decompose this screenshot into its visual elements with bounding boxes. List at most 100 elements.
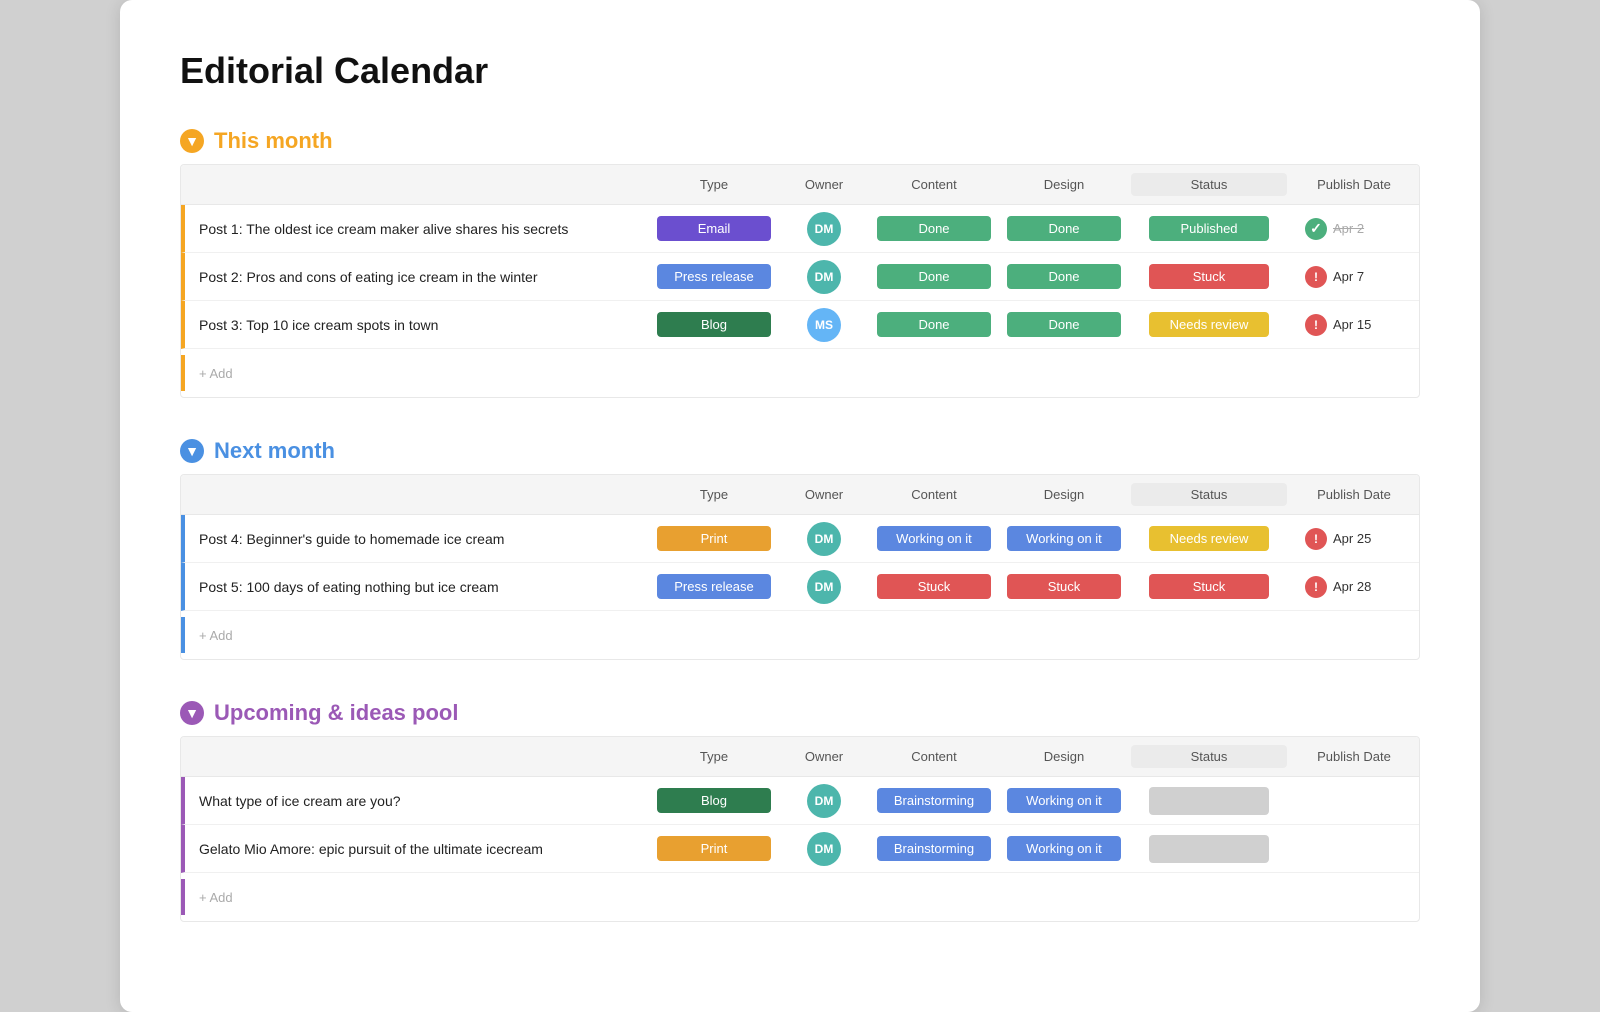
row-owner: DM xyxy=(779,206,869,252)
avatar: DM xyxy=(807,784,841,818)
col-header-design: Design xyxy=(999,745,1129,768)
row-design[interactable]: Working on it xyxy=(999,830,1129,867)
status-badge[interactable]: Stuck xyxy=(1149,264,1269,289)
row-type[interactable]: Print xyxy=(649,520,779,557)
add-button[interactable]: + Add xyxy=(181,879,1419,915)
row-content[interactable]: Working on it xyxy=(869,520,999,557)
row-name[interactable]: Post 4: Beginner's guide to homemade ice… xyxy=(185,525,649,553)
content-badge[interactable]: Stuck xyxy=(877,574,991,599)
type-badge[interactable]: Blog xyxy=(657,312,771,337)
section-icon[interactable]: ▼ xyxy=(180,439,204,463)
row-status[interactable]: Published xyxy=(1129,210,1289,247)
row-type[interactable]: Blog xyxy=(649,306,779,343)
row-content[interactable]: Brainstorming xyxy=(869,782,999,819)
avatar: DM xyxy=(807,522,841,556)
table-row: Post 1: The oldest ice cream maker alive… xyxy=(181,205,1419,253)
row-content[interactable]: Stuck xyxy=(869,568,999,605)
main-card: Editorial Calendar ▼ This month TypeOwne… xyxy=(120,0,1480,1012)
date-value: Apr 15 xyxy=(1333,317,1371,332)
row-design[interactable]: Done xyxy=(999,306,1129,343)
status-badge[interactable]: Needs review xyxy=(1149,312,1269,337)
row-design[interactable]: Working on it xyxy=(999,520,1129,557)
type-badge[interactable]: Press release xyxy=(657,264,771,289)
check-icon: ✓ xyxy=(1305,218,1327,240)
col-header-owner: Owner xyxy=(779,173,869,196)
row-content[interactable]: Done xyxy=(869,306,999,343)
type-badge[interactable]: Print xyxy=(657,526,771,551)
type-badge[interactable]: Email xyxy=(657,216,771,241)
status-badge[interactable] xyxy=(1149,835,1269,863)
row-name[interactable]: Gelato Mio Amore: epic pursuit of the ul… xyxy=(185,835,649,863)
type-badge[interactable]: Print xyxy=(657,836,771,861)
row-status[interactable]: Needs review xyxy=(1129,306,1289,343)
row-name[interactable]: Post 3: Top 10 ice cream spots in town xyxy=(185,311,649,339)
row-name[interactable]: Post 2: Pros and cons of eating ice crea… xyxy=(185,263,649,291)
add-button[interactable]: + Add xyxy=(181,617,1419,653)
section-title: Next month xyxy=(214,438,335,464)
col-header-publish-date: Publish Date xyxy=(1289,173,1419,196)
content-badge[interactable]: Done xyxy=(877,312,991,337)
row-publish-date xyxy=(1289,795,1419,807)
content-badge[interactable]: Done xyxy=(877,264,991,289)
row-type[interactable]: Print xyxy=(649,830,779,867)
design-badge[interactable]: Working on it xyxy=(1007,836,1121,861)
row-design[interactable]: Done xyxy=(999,210,1129,247)
type-badge[interactable]: Press release xyxy=(657,574,771,599)
table-header: TypeOwnerContentDesignStatusPublish Date xyxy=(181,165,1419,205)
status-badge[interactable]: Stuck xyxy=(1149,574,1269,599)
row-type[interactable]: Blog xyxy=(649,782,779,819)
section-icon[interactable]: ▼ xyxy=(180,129,204,153)
add-row[interactable]: + Add xyxy=(181,873,1419,921)
section-next-month: ▼ Next month TypeOwnerContentDesignStatu… xyxy=(180,438,1420,660)
row-type[interactable]: Email xyxy=(649,210,779,247)
col-header-status: Status xyxy=(1131,483,1287,506)
content-badge[interactable]: Brainstorming xyxy=(877,788,991,813)
row-status[interactable]: Needs review xyxy=(1129,520,1289,557)
col-header-name xyxy=(181,745,649,768)
row-design[interactable]: Stuck xyxy=(999,568,1129,605)
table-header: TypeOwnerContentDesignStatusPublish Date xyxy=(181,737,1419,777)
table-row: Post 4: Beginner's guide to homemade ice… xyxy=(181,515,1419,563)
row-owner: DM xyxy=(779,564,869,610)
row-name[interactable]: Post 1: The oldest ice cream maker alive… xyxy=(185,215,649,243)
content-badge[interactable]: Done xyxy=(877,216,991,241)
table-row: Gelato Mio Amore: epic pursuit of the ul… xyxy=(181,825,1419,873)
design-badge[interactable]: Working on it xyxy=(1007,788,1121,813)
status-badge[interactable]: Published xyxy=(1149,216,1269,241)
design-badge[interactable]: Stuck xyxy=(1007,574,1121,599)
table-row: What type of ice cream are you? Blog DM Bra… xyxy=(181,777,1419,825)
row-content[interactable]: Done xyxy=(869,258,999,295)
add-button[interactable]: + Add xyxy=(181,355,1419,391)
status-badge[interactable]: Needs review xyxy=(1149,526,1269,551)
row-type[interactable]: Press release xyxy=(649,568,779,605)
row-status[interactable] xyxy=(1129,829,1289,869)
design-badge[interactable]: Done xyxy=(1007,264,1121,289)
row-content[interactable]: Done xyxy=(869,210,999,247)
row-design[interactable]: Working on it xyxy=(999,782,1129,819)
warn-icon: ! xyxy=(1305,576,1327,598)
row-name[interactable]: Post 5: 100 days of eating nothing but i… xyxy=(185,573,649,601)
design-badge[interactable]: Done xyxy=(1007,312,1121,337)
row-owner: DM xyxy=(779,778,869,824)
type-badge[interactable]: Blog xyxy=(657,788,771,813)
col-header-content: Content xyxy=(869,483,999,506)
section-icon[interactable]: ▼ xyxy=(180,701,204,725)
add-row[interactable]: + Add xyxy=(181,611,1419,659)
row-content[interactable]: Brainstorming xyxy=(869,830,999,867)
section-title: Upcoming & ideas pool xyxy=(214,700,458,726)
row-status[interactable]: Stuck xyxy=(1129,568,1289,605)
content-badge[interactable]: Brainstorming xyxy=(877,836,991,861)
row-status[interactable] xyxy=(1129,781,1289,821)
col-header-publish-date: Publish Date xyxy=(1289,745,1419,768)
add-row[interactable]: + Add xyxy=(181,349,1419,397)
content-badge[interactable]: Working on it xyxy=(877,526,991,551)
col-header-status: Status xyxy=(1131,745,1287,768)
row-status[interactable]: Stuck xyxy=(1129,258,1289,295)
row-owner: DM xyxy=(779,826,869,872)
row-name[interactable]: What type of ice cream are you? xyxy=(185,787,649,815)
design-badge[interactable]: Working on it xyxy=(1007,526,1121,551)
design-badge[interactable]: Done xyxy=(1007,216,1121,241)
row-type[interactable]: Press release xyxy=(649,258,779,295)
row-design[interactable]: Done xyxy=(999,258,1129,295)
status-badge[interactable] xyxy=(1149,787,1269,815)
